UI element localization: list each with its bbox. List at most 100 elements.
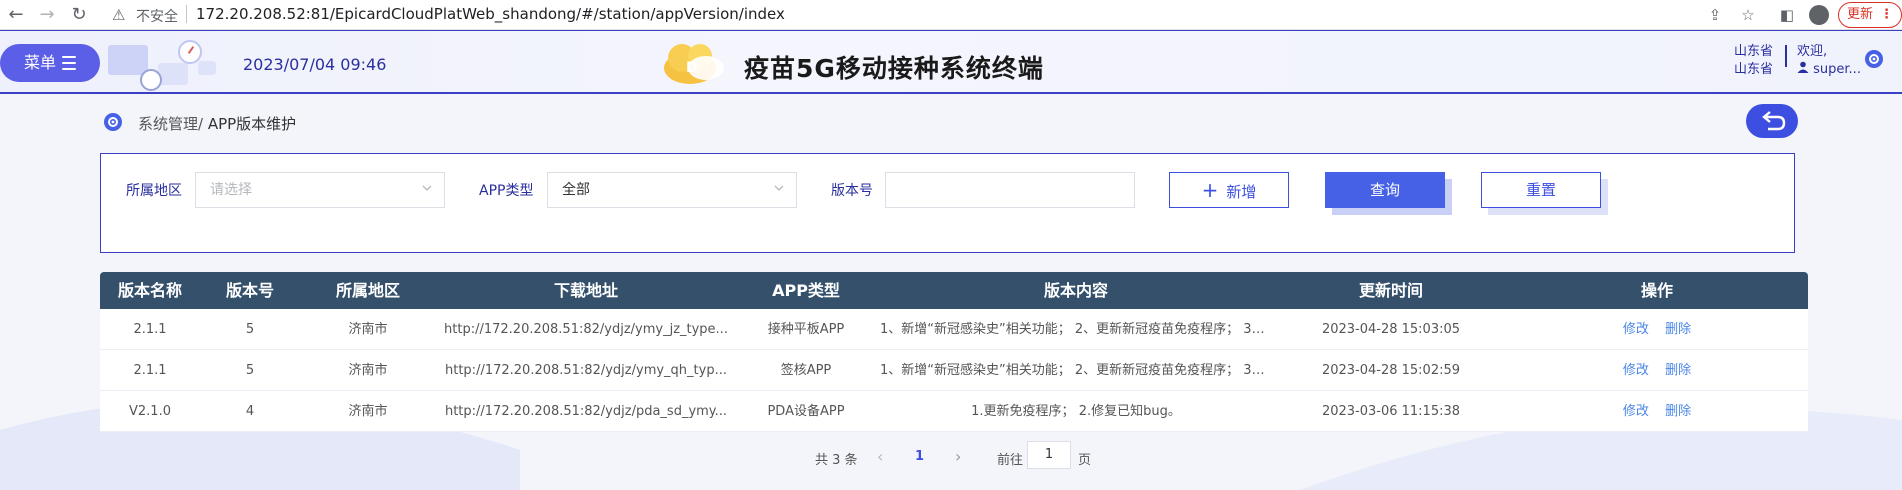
version-content-cell: 1、新增“新冠感染史”相关功能； 2、更新新冠疫苗免疫程序； 3、... (880, 322, 1276, 337)
region-select-placeholder: 请选择 (210, 182, 252, 198)
app-title: 疫苗5G移动接种系统终端 (744, 54, 1044, 83)
version-name-cell: V2.1.0 (129, 404, 171, 419)
page-number-current[interactable]: 1 (915, 449, 924, 464)
side-panel-icon[interactable]: ◧ (1776, 4, 1798, 26)
chevron-down-icon (422, 185, 432, 191)
table-row: 2.1.1 5 济南市 http://172.20.208.51:82/ydjz… (100, 309, 1808, 350)
download-url-cell: http://172.20.208.51:82/ydjz/pda_sd_ymy.… (444, 404, 728, 419)
reload-icon[interactable]: ↻ (68, 4, 90, 26)
update-label: 更新 (1847, 7, 1874, 22)
delete-link[interactable]: 删除 (1665, 363, 1691, 378)
update-time-cell: 2023-04-28 15:02:59 (1321, 363, 1461, 378)
prev-page-icon[interactable]: ‹ (877, 447, 883, 466)
edit-link[interactable]: 修改 (1623, 404, 1649, 419)
update-time-cell: 2023-03-06 11:15:38 (1321, 404, 1461, 419)
chevron-down-icon (774, 185, 784, 191)
column-header: 版本内容 (1043, 281, 1108, 300)
query-button[interactable]: 查询 (1325, 172, 1445, 208)
column-header: 下载地址 (553, 281, 618, 300)
address-divider (186, 5, 187, 23)
profile-avatar-icon[interactable] (1808, 4, 1830, 26)
add-button[interactable]: + 新增 (1169, 172, 1289, 208)
version-content-cell: 1、新增“新冠感染史”相关功能； 2、更新新冠疫苗免疫程序； 3、... (880, 363, 1276, 378)
cloud-logo-icon: D (664, 44, 724, 84)
hamburger-icon (62, 56, 76, 74)
column-header: 所属地区 (335, 281, 400, 300)
table-header: 版本名称 版本号 所属地区 下载地址 APP类型 版本内容 更新时间 操作 (100, 272, 1808, 309)
app-type-cell: 签核APP (780, 363, 832, 378)
app-version-table: 版本名称 版本号 所属地区 下载地址 APP类型 版本内容 更新时间 操作 2.… (100, 272, 1808, 432)
region-province: 山东省 (1734, 44, 1774, 59)
next-page-icon[interactable]: › (955, 447, 961, 466)
clock-icon (140, 69, 162, 91)
user-icon (1797, 61, 1809, 73)
version-content-cell: 1.更新免疫程序； 2.修复已知bug。 (971, 404, 1181, 419)
breadcrumb: 系统管理/ APP版本维护 (138, 113, 296, 134)
return-arrow-icon (1762, 111, 1786, 131)
goto-page-input[interactable]: 1 (1027, 441, 1071, 469)
region-cell: 济南市 (348, 322, 388, 337)
username: super... (1813, 62, 1861, 77)
column-header: 版本号 (225, 281, 274, 300)
app-type-select[interactable]: 全部 (547, 172, 797, 208)
header-decoration (108, 45, 148, 75)
user-info[interactable]: 欢迎, super... (1797, 43, 1861, 79)
region-filter-label: 所属地区 (126, 183, 182, 199)
menu-label: 菜单 (24, 53, 57, 72)
region-info: 山东省 山东省 (1734, 43, 1773, 79)
settings-gear-icon (104, 113, 122, 131)
forward-arrow-icon[interactable]: → (36, 4, 58, 26)
back-button[interactable] (1746, 104, 1798, 138)
address-bar[interactable]: 172.20.208.52:81/EpicardCloudPlatWeb_sha… (196, 5, 785, 23)
reset-button[interactable]: 重置 (1481, 172, 1601, 208)
welcome-text: 欢迎, (1797, 44, 1828, 59)
plus-icon: + (1201, 178, 1219, 202)
app-type-cell: 接种平板APP (767, 322, 845, 337)
bookmark-star-icon[interactable]: ☆ (1737, 4, 1759, 26)
browser-update-button[interactable]: 更新 ⋮ (1838, 2, 1902, 28)
pagination-total: 共 3 条 (815, 453, 858, 468)
add-label: 新增 (1226, 183, 1257, 201)
header-decoration (158, 63, 188, 85)
back-arrow-icon[interactable]: ← (5, 4, 27, 26)
table-row: V2.1.0 4 济南市 http://172.20.208.51:82/ydj… (100, 391, 1808, 432)
header-decoration (198, 61, 216, 75)
column-header: APP类型 (772, 281, 840, 300)
filter-panel: 所属地区 请选择 APP类型 全部 版本号 + 新增 查询 重置 (100, 153, 1795, 253)
column-header: 更新时间 (1358, 281, 1423, 300)
current-datetime: 2023/07/04 09:46 (243, 55, 387, 74)
region-select[interactable]: 请选择 (195, 172, 445, 208)
edit-link[interactable]: 修改 (1623, 363, 1649, 378)
column-header: 操作 (1640, 281, 1673, 300)
delete-link[interactable]: 删除 (1665, 404, 1691, 419)
version-code-cell: 5 (245, 322, 255, 337)
table-row: 2.1.1 5 济南市 http://172.20.208.51:82/ydjz… (100, 350, 1808, 391)
actions-cell: 修改 删除 (1506, 391, 1808, 431)
menu-button[interactable]: 菜单 (0, 44, 100, 82)
actions-cell: 修改 删除 (1506, 350, 1808, 390)
warning-triangle-icon[interactable]: ⚠ (112, 6, 130, 24)
app-header: 菜单 2023/07/04 09:46 D 疫苗5G移动接种系统终端 山东省 山… (0, 30, 1902, 94)
breadcrumb-parent[interactable]: 系统管理/ (138, 115, 203, 133)
region-city: 山东省 (1734, 62, 1774, 77)
more-vertical-icon: ⋮ (1880, 7, 1893, 22)
version-input[interactable] (885, 172, 1135, 208)
share-icon[interactable]: ⇪ (1704, 4, 1726, 26)
page-suffix-label: 页 (1078, 453, 1092, 468)
app-type-filter-label: APP类型 (479, 183, 534, 199)
column-header: 版本名称 (117, 281, 182, 300)
delete-link[interactable]: 删除 (1665, 322, 1691, 337)
svg-text:D: D (686, 60, 698, 76)
download-url-cell: http://172.20.208.51:82/ydjz/ymy_jz_type… (444, 322, 728, 337)
update-time-cell: 2023-04-28 15:03:05 (1321, 322, 1461, 337)
settings-gear-icon[interactable] (1864, 49, 1884, 69)
region-divider (1785, 45, 1787, 67)
actions-cell: 修改 删除 (1506, 309, 1808, 349)
app-type-select-value: 全部 (562, 182, 590, 198)
version-name-cell: 2.1.1 (133, 363, 167, 378)
goto-label: 前往 (997, 453, 1024, 468)
insecure-label[interactable]: 不安全 (136, 6, 178, 26)
version-code-cell: 5 (245, 363, 255, 378)
version-name-cell: 2.1.1 (133, 322, 167, 337)
edit-link[interactable]: 修改 (1623, 322, 1649, 337)
